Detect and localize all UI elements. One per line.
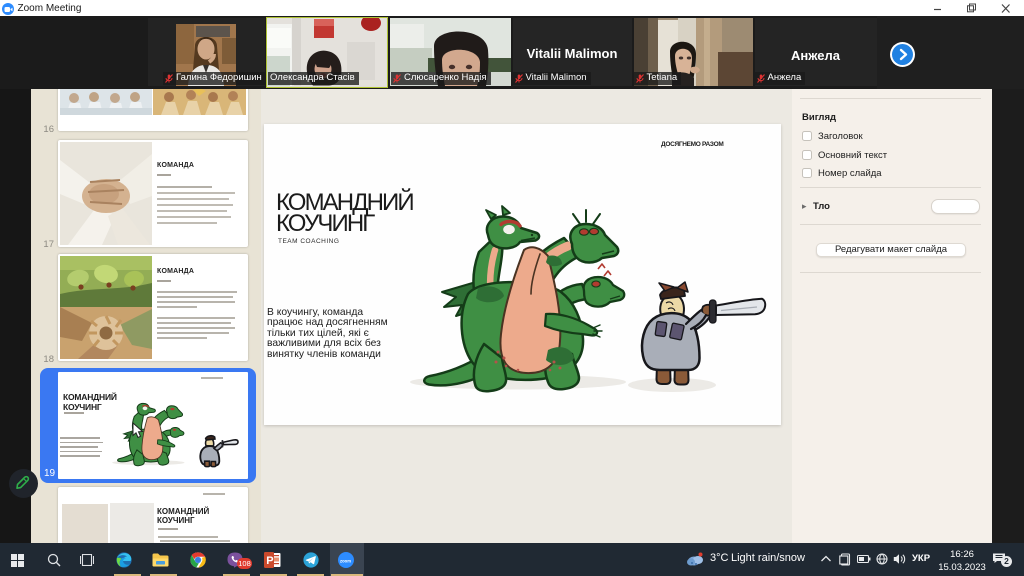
svg-text:P: P [266,555,273,567]
svg-text:zoom: zoom [340,558,351,563]
